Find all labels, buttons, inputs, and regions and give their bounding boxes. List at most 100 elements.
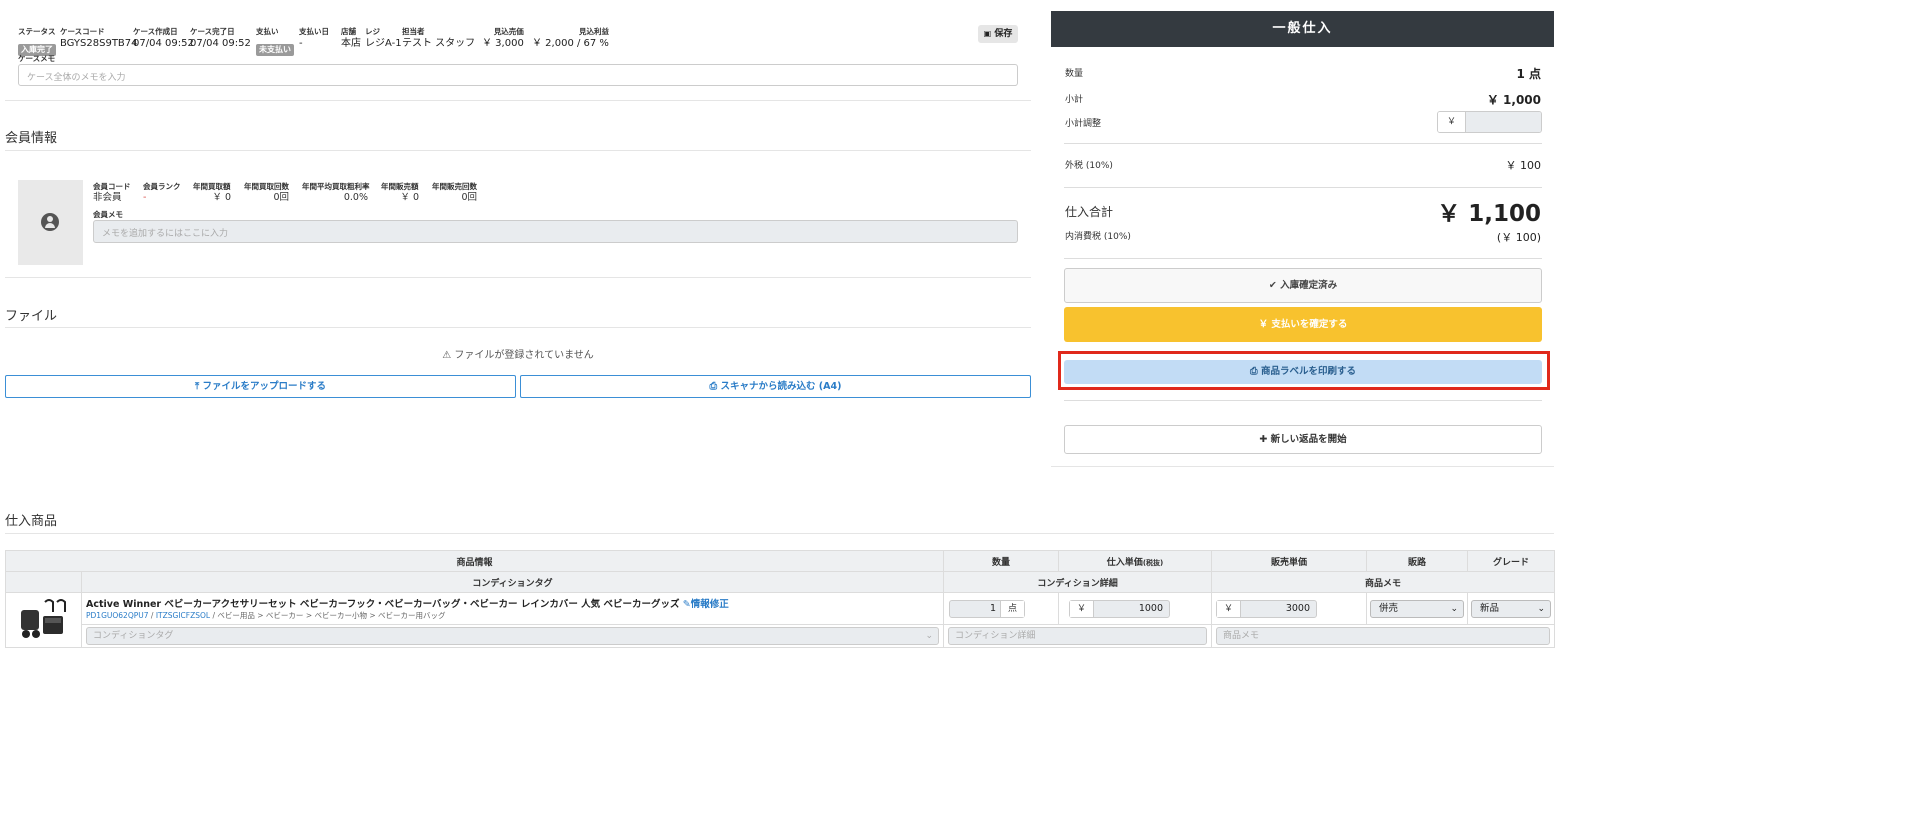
plus-icon: ✚: [1259, 434, 1268, 445]
files-section-title: ファイル: [5, 309, 58, 324]
chevron-down-icon: ⌄: [1537, 603, 1546, 614]
table-row: Active Winner ベビーカーアクセサリーセット ベビーカーフック・ベビ…: [5, 592, 1556, 648]
grade-cell: 新品 ⌄: [1467, 592, 1556, 625]
confirm-payment-label: ￥ 支払いを確定する: [1258, 319, 1348, 330]
confirm-payment-button[interactable]: ￥ 支払いを確定する: [1064, 307, 1542, 342]
col-header-qty: 数量: [943, 550, 1060, 572]
product-code-link[interactable]: PD1GUO62QPU7: [86, 611, 149, 620]
col-header-condition-tag: コンディションタグ: [80, 571, 945, 593]
condition-detail-input[interactable]: コンディション詳細: [948, 627, 1208, 645]
save-button[interactable]: ▣ 保存: [978, 25, 1018, 43]
product-code-link-2[interactable]: ITZSGICFZSOL: [156, 611, 210, 620]
yen-prefix: ￥: [1070, 600, 1095, 617]
chevron-down-icon: ⌄: [925, 631, 934, 641]
product-memo-input[interactable]: 商品メモ: [1216, 627, 1551, 645]
no-files-message: ⚠ ファイルが登録されていません: [0, 346, 1036, 361]
product-memo-cell: 商品メモ: [1211, 624, 1556, 648]
quantity-unit: 点: [1000, 600, 1025, 617]
condition-tag-placeholder: コンディションタグ: [93, 631, 174, 641]
register-value: レジA-1: [365, 38, 402, 49]
printer-icon: ⎙: [709, 381, 718, 392]
tax-value: ￥ 100: [1505, 159, 1542, 172]
quantity-label: 数量: [1065, 69, 1084, 79]
purchase-type-title: 一般仕入: [1051, 11, 1554, 47]
annual-sales-amount-label: 年間販売額: [381, 182, 419, 191]
cost-field: ￥ 1000: [1069, 599, 1171, 618]
channel-select[interactable]: 併売 ⌄: [1370, 599, 1465, 618]
quantity-input[interactable]: 1: [950, 601, 1000, 617]
payment-date-value: -: [299, 38, 303, 49]
staff-value: テスト スタッフ: [402, 38, 476, 49]
completed-label: ケース完了日: [190, 27, 235, 36]
col-header-condition-detail: コンディション詳細: [943, 571, 1213, 593]
sale-price-input[interactable]: 3000: [1241, 601, 1316, 617]
member-rank-label: 会員ランク: [143, 182, 181, 191]
grade-select[interactable]: 新品 ⌄: [1471, 599, 1552, 618]
purchase-summary-panel: 一般仕入 数量 1 点 小計 ￥ 1,000 小計調整 ￥ 外税 (10%) ￥…: [1051, 11, 1554, 467]
stock-confirmed-label: 入庫確定済み: [1280, 280, 1338, 291]
sale-price-field: ￥ 3000: [1216, 599, 1318, 618]
table-row: コンディションタグ ⌄ コンディション詳細 商品メモ: [6, 624, 1556, 648]
channel-selected: 併売: [1379, 602, 1399, 614]
stock-confirmed-button[interactable]: ✔ 入庫確定済み: [1064, 268, 1542, 303]
col-header-grade: グレード: [1467, 550, 1556, 572]
expected-profit-value: ￥ 2,000 / 67 %: [532, 38, 609, 49]
member-memo-label: 会員メモ: [93, 210, 123, 219]
status-label: ステータス: [18, 27, 56, 36]
avg-margin-label: 年間平均買取粗利率: [302, 182, 370, 191]
product-thumbnail: [20, 598, 66, 638]
products-section-title: 仕入商品: [5, 514, 58, 529]
start-return-label: 新しい返品を開始: [1270, 434, 1347, 445]
tax-label: 外税 (10%): [1065, 161, 1113, 171]
payment-date-label: 支払い日: [299, 27, 329, 36]
divider: [5, 533, 1554, 534]
expected-profit-label: 見込利益: [578, 27, 609, 36]
completed-value: 07/04 09:52: [190, 38, 251, 49]
upload-file-button[interactable]: ⤒ ファイルをアップロードする: [5, 375, 516, 398]
condition-tag-select[interactable]: コンディションタグ ⌄: [86, 627, 940, 645]
divider: [5, 100, 1031, 101]
table-subheader-row: コンディションタグ コンディション詳細 商品メモ: [5, 571, 1556, 593]
annual-sales-count-value: 0回: [461, 192, 477, 203]
edit-info-link[interactable]: ✎情報修正: [683, 599, 729, 610]
case-code-label: ケースコード: [60, 27, 105, 36]
avg-margin-column: 年間平均買取粗利率 0.0%: [302, 182, 370, 204]
unit-price-header-label: 仕入単価: [1106, 557, 1143, 568]
status-column: ステータス 入庫完了: [18, 26, 56, 56]
product-category-path: / ベビー用品 > ベビーカー > ベビーカー小物 > ベビーカー用バッグ: [212, 611, 446, 620]
member-code-value: 非会員: [93, 192, 122, 203]
cost-input[interactable]: 1000: [1094, 601, 1169, 617]
annual-sales-count-label: 年間販売回数: [432, 182, 477, 191]
products-table: 商品情報 数量 仕入単価(税抜) 販売単価 販路 グレード コンディションタグ …: [4, 550, 1556, 648]
member-code-label: 会員コード: [93, 182, 131, 191]
member-memo-input[interactable]: メモを追加するにはここに入力: [93, 220, 1018, 243]
annual-purchase-count-label: 年間買取回数: [244, 182, 289, 191]
member-code-column: 会員コード 非会員: [93, 182, 131, 204]
scan-a4-label: スキャナから読み込む (A4): [720, 381, 842, 392]
chevron-down-icon: ⌄: [1450, 603, 1459, 614]
staff-label: 担当者: [402, 27, 425, 36]
annual-purchase-count-value: 0回: [273, 192, 289, 203]
subtotal-adjust-label: 小計調整: [1065, 119, 1102, 129]
quantity-value: 1 点: [1516, 67, 1541, 81]
case-code-column: ケースコード BGYS28S9TB74: [60, 26, 138, 50]
completed-column: ケース完了日 07/04 09:52: [190, 26, 251, 50]
subtotal-adjust-field: ￥: [1437, 111, 1542, 133]
product-info-cell: Active Winner ベビーカーアクセサリーセット ベビーカーフック・ベビ…: [80, 592, 945, 625]
qty-cell: 1 点: [943, 592, 1060, 625]
divider: [1064, 143, 1542, 144]
col-header-unit-price: 仕入単価(税抜): [1058, 550, 1213, 572]
subtotal-label: 小計: [1065, 95, 1084, 105]
start-return-button[interactable]: ✚ 新しい返品を開始: [1064, 425, 1542, 454]
user-circle-icon: [41, 213, 59, 231]
total-label: 仕入合計: [1065, 205, 1114, 219]
scan-a4-button[interactable]: ⎙ スキャナから読み込む (A4): [520, 375, 1031, 398]
case-memo-label: ケースメモ: [18, 54, 56, 63]
member-rank-value: -: [143, 192, 147, 203]
annual-purchase-count-column: 年間買取回数 0回: [244, 182, 289, 204]
subtotal-adjust-input[interactable]: [1466, 112, 1541, 132]
total-value: ￥ 1,100: [1437, 201, 1541, 227]
store-value: 本店: [341, 38, 361, 49]
save-button-label: 保存: [994, 29, 1013, 39]
case-memo-input[interactable]: ケース全体のメモを入力: [18, 64, 1018, 86]
